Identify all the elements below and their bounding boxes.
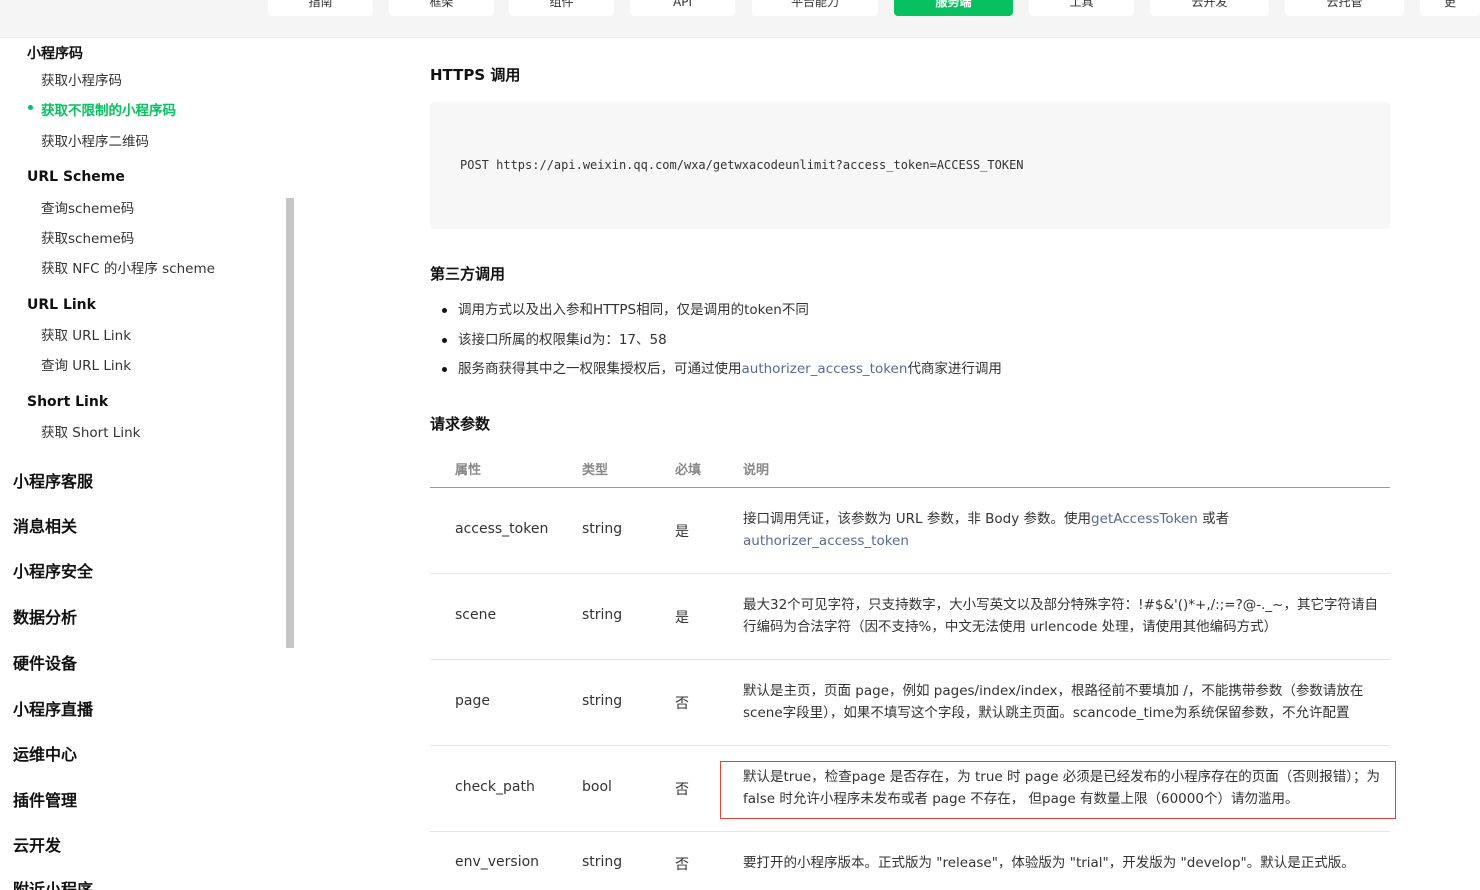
nav-tab-platform[interactable]: 平台能力: [752, 0, 878, 16]
param-required: 否: [675, 696, 689, 712]
sidebar-item-get-unlimited[interactable]: 获取不限制的小程序码: [41, 99, 176, 119]
list-item: 该接口所属的权限集id为：17、58: [430, 326, 1370, 356]
header-desc: 说明: [743, 463, 770, 478]
param-required: 否: [675, 782, 689, 798]
sidebar-group-short-link[interactable]: Short Link: [27, 394, 108, 410]
main-content: HTTPS 调用 POST https://api.weixin.qq.com/…: [294, 38, 1480, 890]
sidebar-item-get-url-link[interactable]: 获取 URL Link: [41, 324, 131, 344]
nav-tab-cloud-dev[interactable]: 云开发: [1150, 0, 1269, 16]
sidebar-top-customer-service[interactable]: 小程序客服: [13, 468, 93, 492]
sidebar-top-analytics[interactable]: 数据分析: [13, 604, 77, 628]
param-desc: 要打开的小程序版本。正式版为 "release"，体验版为 "trial"，开发…: [743, 855, 1355, 871]
third-party-heading: 第三方调用: [430, 265, 506, 283]
table-row: scene string 是 最大32个可见字符，只支持数字，大小写英文以及部分…: [430, 574, 1390, 660]
nav-tab-api[interactable]: API: [630, 0, 735, 16]
sidebar-top-ops[interactable]: 运维中心: [13, 741, 77, 765]
table-row: env_version string 否 要打开的小程序版本。正式版为 "rel…: [430, 832, 1390, 890]
param-desc: 最大32个可见字符，只支持数字，大小写英文以及部分特殊字符：!#$&'()*+,…: [743, 597, 1378, 635]
sidebar-item-get-nfc-scheme[interactable]: 获取 NFC 的小程序 scheme: [41, 257, 215, 277]
param-type: string: [582, 607, 623, 623]
params-heading: 请求参数: [430, 415, 491, 433]
sidebar-item-get-code[interactable]: 获取小程序码: [41, 69, 122, 89]
sidebar-top-plugins[interactable]: 插件管理: [13, 787, 77, 811]
header-name: 属性: [455, 463, 482, 478]
sidebar-item-get-short-link[interactable]: 获取 Short Link: [41, 421, 140, 441]
param-name: env_version: [455, 854, 540, 870]
sidebar-group-url-link[interactable]: URL Link: [27, 297, 96, 313]
list-item: 调用方式以及出入参和HTTPS相同，仅是调用的token不同: [430, 296, 1370, 326]
param-type: string: [582, 854, 623, 870]
sidebar: 小程序码 获取小程序码 获取不限制的小程序码 获取小程序二维码 URL Sche…: [0, 38, 286, 890]
nav-tab-cloud-hosting[interactable]: 云托管: [1285, 0, 1404, 16]
sidebar-group-miniprogram-code[interactable]: 小程序码: [27, 43, 83, 63]
sidebar-item-query-scheme[interactable]: 查询scheme码: [41, 197, 134, 217]
table-row: page string 否 默认是主页，页面 page，例如 pages/ind…: [430, 660, 1390, 746]
param-required: 是: [675, 524, 689, 540]
param-desc: 默认是true，检查page 是否存在，为 true 时 page 必须是已经发…: [743, 769, 1381, 807]
sidebar-scrollbar[interactable]: [286, 198, 294, 648]
active-bullet-icon: [28, 105, 33, 110]
param-required: 是: [675, 610, 689, 626]
header-required: 必填: [675, 463, 702, 478]
param-type: string: [582, 521, 623, 537]
param-type: bool: [582, 779, 612, 795]
https-code: POST https://api.weixin.qq.com/wxa/getwx…: [460, 158, 1024, 172]
param-desc: 接口调用凭证，该参数为 URL 参数，非 Body 参数。使用getAccess…: [743, 511, 1230, 549]
sidebar-top-security[interactable]: 小程序安全: [13, 558, 93, 582]
sidebar-top-hardware[interactable]: 硬件设备: [13, 650, 77, 674]
top-nav: 指南 框架 组件 API 平台能力 服务端 工具 云开发 云托管 更: [0, 0, 1480, 38]
authorizer-access-token-link[interactable]: authorizer_access_token: [743, 533, 909, 549]
param-desc: 默认是主页，页面 page，例如 pages/index/index，根路径前不…: [743, 683, 1364, 721]
nav-tab-more[interactable]: 更: [1420, 0, 1480, 16]
nav-tab-server[interactable]: 服务端: [894, 0, 1013, 16]
params-table: 属性 类型 必填 说明 access_token string 是 接口调用凭证…: [430, 448, 1396, 890]
authorizer-token-link[interactable]: authorizer_access_token: [742, 361, 908, 377]
sidebar-top-nearby[interactable]: 附近小程序: [13, 876, 93, 890]
param-required: 否: [675, 857, 689, 873]
sidebar-top-messages[interactable]: 消息相关: [13, 513, 77, 537]
sidebar-item-get-scheme[interactable]: 获取scheme码: [41, 227, 134, 247]
table-row: access_token string 是 接口调用凭证，该参数为 URL 参数…: [430, 488, 1390, 574]
sidebar-group-url-scheme[interactable]: URL Scheme: [27, 169, 125, 185]
param-type: string: [582, 693, 623, 709]
sidebar-item-query-url-link[interactable]: 查询 URL Link: [41, 354, 131, 374]
third-party-list: 调用方式以及出入参和HTTPS相同，仅是调用的token不同 该接口所属的权限集…: [430, 296, 1370, 385]
sidebar-item-get-qrcode[interactable]: 获取小程序二维码: [41, 130, 149, 150]
nav-tab-components[interactable]: 组件: [509, 0, 614, 16]
param-name: scene: [455, 607, 497, 623]
sidebar-top-cloud-dev[interactable]: 云开发: [13, 832, 61, 856]
header-type: 类型: [582, 463, 609, 478]
nav-tab-tools[interactable]: 工具: [1029, 0, 1134, 16]
code-block: POST https://api.weixin.qq.com/wxa/getwx…: [430, 102, 1390, 229]
param-name: check_path: [455, 779, 535, 795]
sidebar-top-live[interactable]: 小程序直播: [13, 696, 93, 720]
list-item: 服务商获得其中之一权限集授权后，可通过使用authorizer_access_t…: [430, 355, 1370, 385]
nav-tab-guide[interactable]: 指南: [268, 0, 373, 16]
param-name: page: [455, 693, 490, 709]
get-access-token-link[interactable]: getAccessToken: [1091, 511, 1198, 527]
https-heading: HTTPS 调用: [430, 66, 521, 84]
table-header: 属性 类型 必填 说明: [430, 448, 1390, 488]
table-row: check_path bool 否 默认是true，检查page 是否存在，为 …: [430, 746, 1396, 832]
param-name: access_token: [455, 521, 549, 537]
nav-tab-framework[interactable]: 框架: [389, 0, 494, 16]
